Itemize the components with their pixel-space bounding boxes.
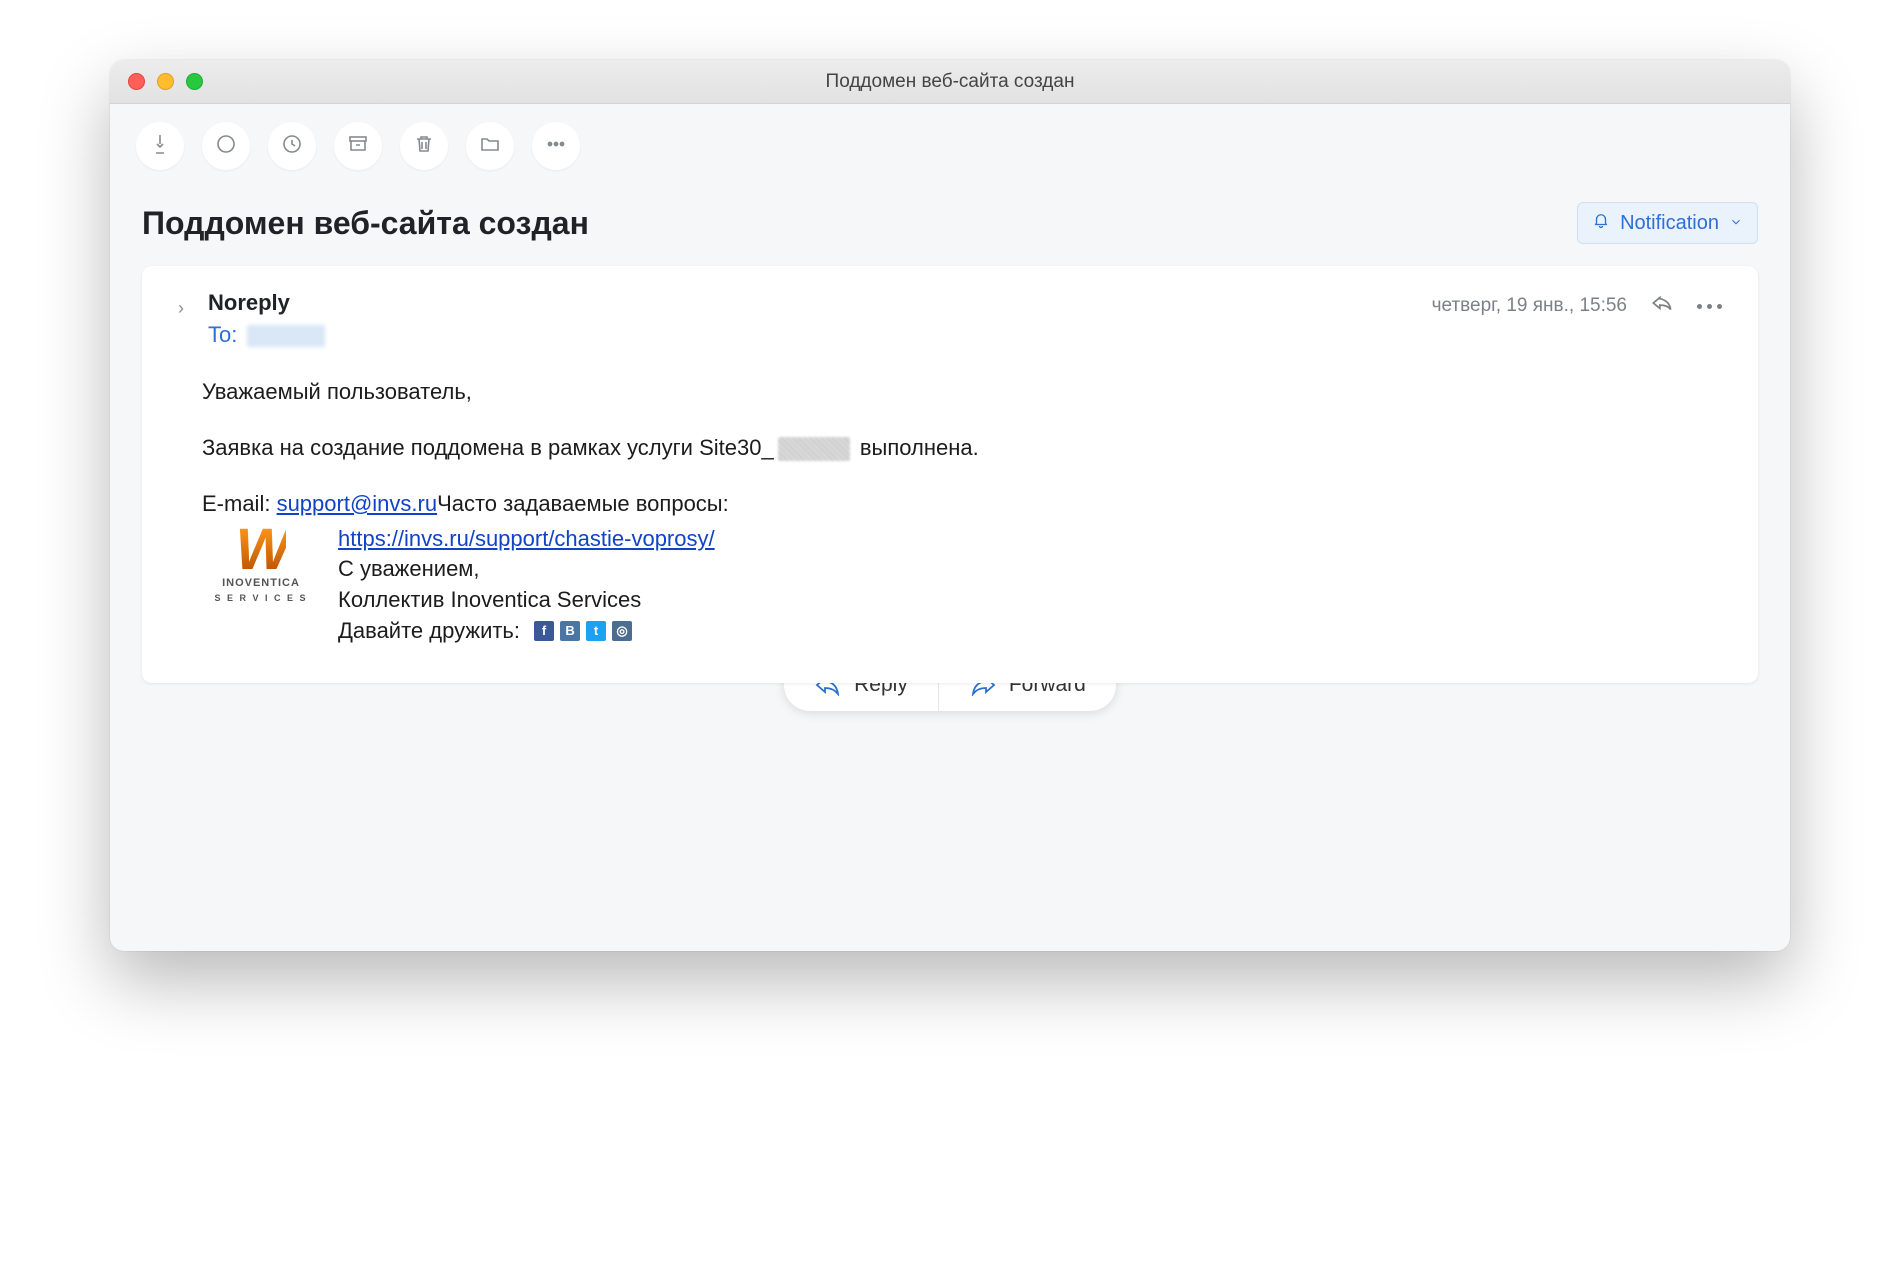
- archive-button[interactable]: [334, 122, 382, 170]
- close-window-button[interactable]: [128, 73, 145, 90]
- logo-text-1: INOVENTICA: [222, 576, 300, 592]
- titlebar: Поддомен веб-сайта создан: [110, 60, 1790, 104]
- faq-link[interactable]: https://invs.ru/support/chastie-voprosy/: [338, 526, 715, 551]
- delete-button[interactable]: [400, 122, 448, 170]
- trash-icon: [412, 132, 436, 161]
- message-more-button[interactable]: [1697, 304, 1722, 309]
- recipient-redacted: [247, 325, 325, 347]
- vk-icon[interactable]: B: [560, 621, 580, 641]
- support-email-link[interactable]: support@invs.ru: [277, 491, 438, 516]
- twitter-icon[interactable]: t: [586, 621, 606, 641]
- notification-label: Notification: [1620, 212, 1719, 235]
- to-label: To:: [208, 322, 237, 347]
- signature-text: https://invs.ru/support/chastie-voprosy/…: [338, 524, 715, 647]
- mark-unread-button[interactable]: [202, 122, 250, 170]
- folder-icon: [478, 132, 502, 161]
- chevron-down-icon: [1729, 212, 1743, 235]
- sig-line-3: Давайте дружить:: [338, 616, 520, 647]
- email-subject: Поддомен веб-сайта создан: [142, 205, 589, 242]
- snooze-button[interactable]: [268, 122, 316, 170]
- clock-icon: [280, 132, 304, 161]
- move-button[interactable]: [466, 122, 514, 170]
- sender-name: Noreply: [208, 290, 325, 316]
- window-controls: [128, 73, 203, 90]
- window-title: Поддомен веб-сайта создан: [110, 71, 1790, 93]
- message-body: Уважаемый пользователь, Заявка на создан…: [178, 348, 1722, 647]
- more-toolbar-button[interactable]: [532, 122, 580, 170]
- expand-recipients-button[interactable]: ›: [178, 298, 194, 319]
- sig-line-2: Коллектив Inoventica Services: [338, 585, 715, 616]
- pin-button[interactable]: [136, 122, 184, 170]
- archive-icon: [346, 132, 370, 161]
- facebook-icon[interactable]: f: [534, 621, 554, 641]
- bell-icon: [1592, 211, 1610, 235]
- service-id-redacted: [778, 437, 850, 461]
- more-icon: [544, 132, 568, 161]
- message-card: › Noreply To: четверг, 19 янв., 15:56 Ув…: [142, 266, 1758, 683]
- to-row: To:: [208, 322, 325, 348]
- sig-line-1: С уважением,: [338, 554, 715, 585]
- main-line: Заявка на создание поддомена в рамках ус…: [202, 432, 1722, 464]
- message-date: четверг, 19 янв., 15:56: [1432, 295, 1627, 317]
- toolbar: [110, 104, 1790, 176]
- logo-mark: W: [236, 524, 287, 576]
- minimize-window-button[interactable]: [157, 73, 174, 90]
- instagram-icon[interactable]: ◎: [612, 621, 632, 641]
- email-line: E-mail: support@invs.ruЧасто задаваемые …: [202, 488, 1722, 520]
- mail-window: Поддомен веб-сайта создан Поддомен веб-с…: [110, 60, 1790, 951]
- logo-text-2: S E R V I C E S: [214, 592, 307, 605]
- reply-icon-button[interactable]: [1649, 290, 1675, 322]
- notification-dropdown[interactable]: Notification: [1577, 202, 1758, 244]
- greeting-line: Уважаемый пользователь,: [202, 376, 1722, 408]
- circle-icon: [214, 132, 238, 161]
- inoventica-logo: W INOVENTICA S E R V I C E S: [202, 524, 320, 605]
- pin-icon: [148, 132, 172, 161]
- subject-row: Поддомен веб-сайта создан Notification: [110, 176, 1790, 266]
- zoom-window-button[interactable]: [186, 73, 203, 90]
